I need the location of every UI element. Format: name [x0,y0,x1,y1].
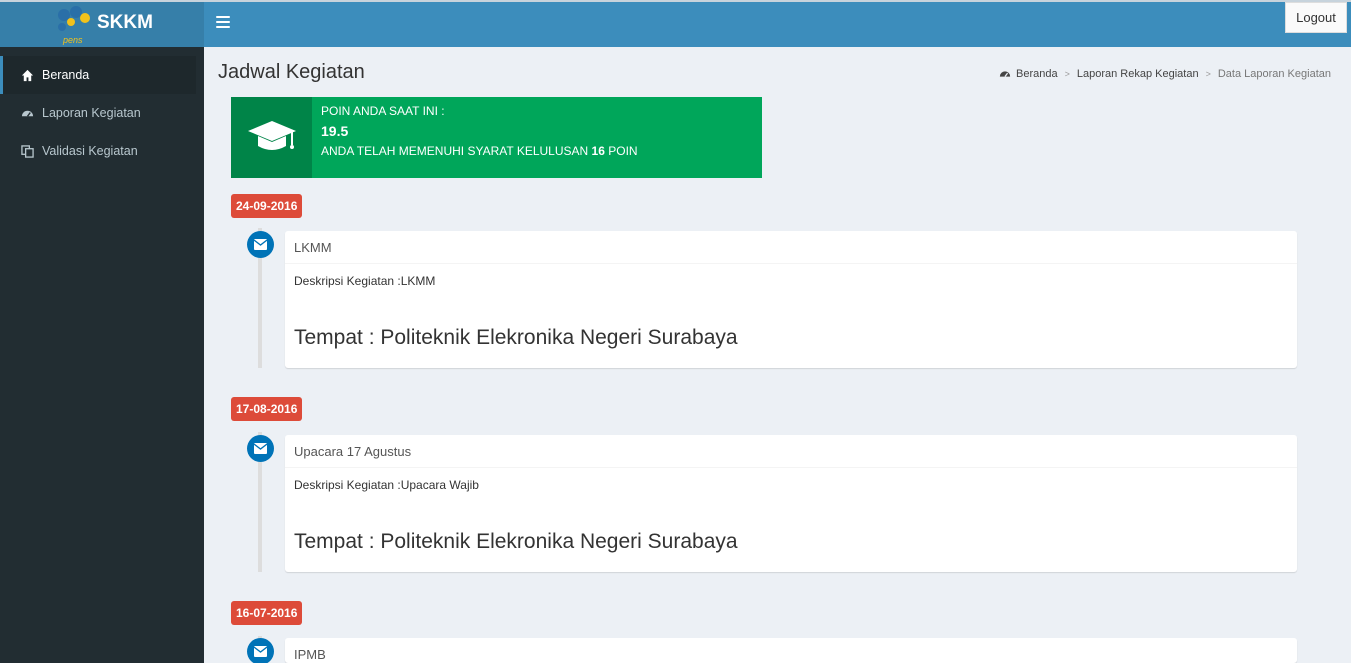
sidebar-item-beranda[interactable]: Beranda [0,56,196,94]
timeline-item-title: IPMB [285,638,1297,663]
copy-icon [20,144,34,158]
breadcrumb-item-current: Data Laporan Kegiatan [1217,68,1331,80]
hamburger-icon [216,16,230,18]
sidebar-item-laporan-kegiatan[interactable]: Laporan Kegiatan [0,94,204,132]
points-info-box: POIN ANDA SAAT INI : 19.5 ANDA TELAH MEM… [231,97,762,178]
dashboard-icon [20,106,34,120]
timeline-item: Upacara 17 Agustus Deskripsi Kegiatan :U… [285,435,1297,572]
sidebar-item-validasi-kegiatan[interactable]: Validasi Kegiatan [0,132,204,170]
timeline-item-place: Tempat : Politeknik Elekronika Negeri Su… [294,326,738,349]
app-title: SKKM [97,12,153,33]
dashboard-icon [999,71,1011,77]
timeline-date-badge: 24-09-2016 [231,194,303,218]
graduation-requirement-text: ANDA TELAH MEMENUHI SYARAT KELULUSAN 16 … [321,144,638,158]
timeline-item: IPMB [285,638,1297,663]
logo[interactable]: pens SKKM [0,2,204,47]
logout-button[interactable]: Logout [1285,2,1347,33]
envelope-icon [247,435,274,462]
timeline-item-title: LKMM [285,231,1297,264]
breadcrumb-item-laporan-rekap[interactable]: Laporan Rekap Kegiatan [1077,68,1199,80]
timeline-item-description: Deskripsi Kegiatan :Upacara Wajib [294,478,479,492]
home-icon [20,68,34,82]
timeline-item-description: Deskripsi Kegiatan :LKMM [294,274,436,288]
sidebar-item-label: Laporan Kegiatan [42,106,141,120]
svg-text:pens: pens [62,35,83,45]
timeline-date-badge: 17-08-2016 [231,397,303,421]
sidebar: Beranda Laporan Kegiatan Validasi Kegiat… [0,47,204,663]
sidebar-toggle-button[interactable] [216,16,230,30]
breadcrumb-item-beranda[interactable]: Beranda [1016,68,1058,80]
points-label: POIN ANDA SAAT INI : [321,104,445,118]
timeline-item-title: Upacara 17 Agustus [285,435,1297,468]
pens-logo-icon: pens [58,6,90,45]
timeline-date-badge: 16-07-2016 [231,601,303,625]
sidebar-item-label: Beranda [42,68,90,82]
breadcrumb-separator: > [1205,69,1211,79]
page-title: Jadwal Kegiatan [218,61,365,83]
top-navbar: pens SKKM Logout [0,0,1351,47]
envelope-icon [247,638,274,663]
timeline-item-place: Tempat : Politeknik Elekronika Negeri Su… [294,530,738,553]
timeline-item: LKMM Deskripsi Kegiatan :LKMM Tempat : P… [285,231,1297,368]
envelope-icon [247,231,274,258]
points-value: 19.5 [321,123,349,139]
graduation-cap-icon [231,97,312,178]
breadcrumb-separator: > [1064,69,1070,79]
breadcrumb: Beranda > Laporan Rekap Kegiatan > Data … [999,68,1331,80]
sidebar-item-label: Validasi Kegiatan [42,144,138,158]
required-points: 16 [591,144,605,158]
